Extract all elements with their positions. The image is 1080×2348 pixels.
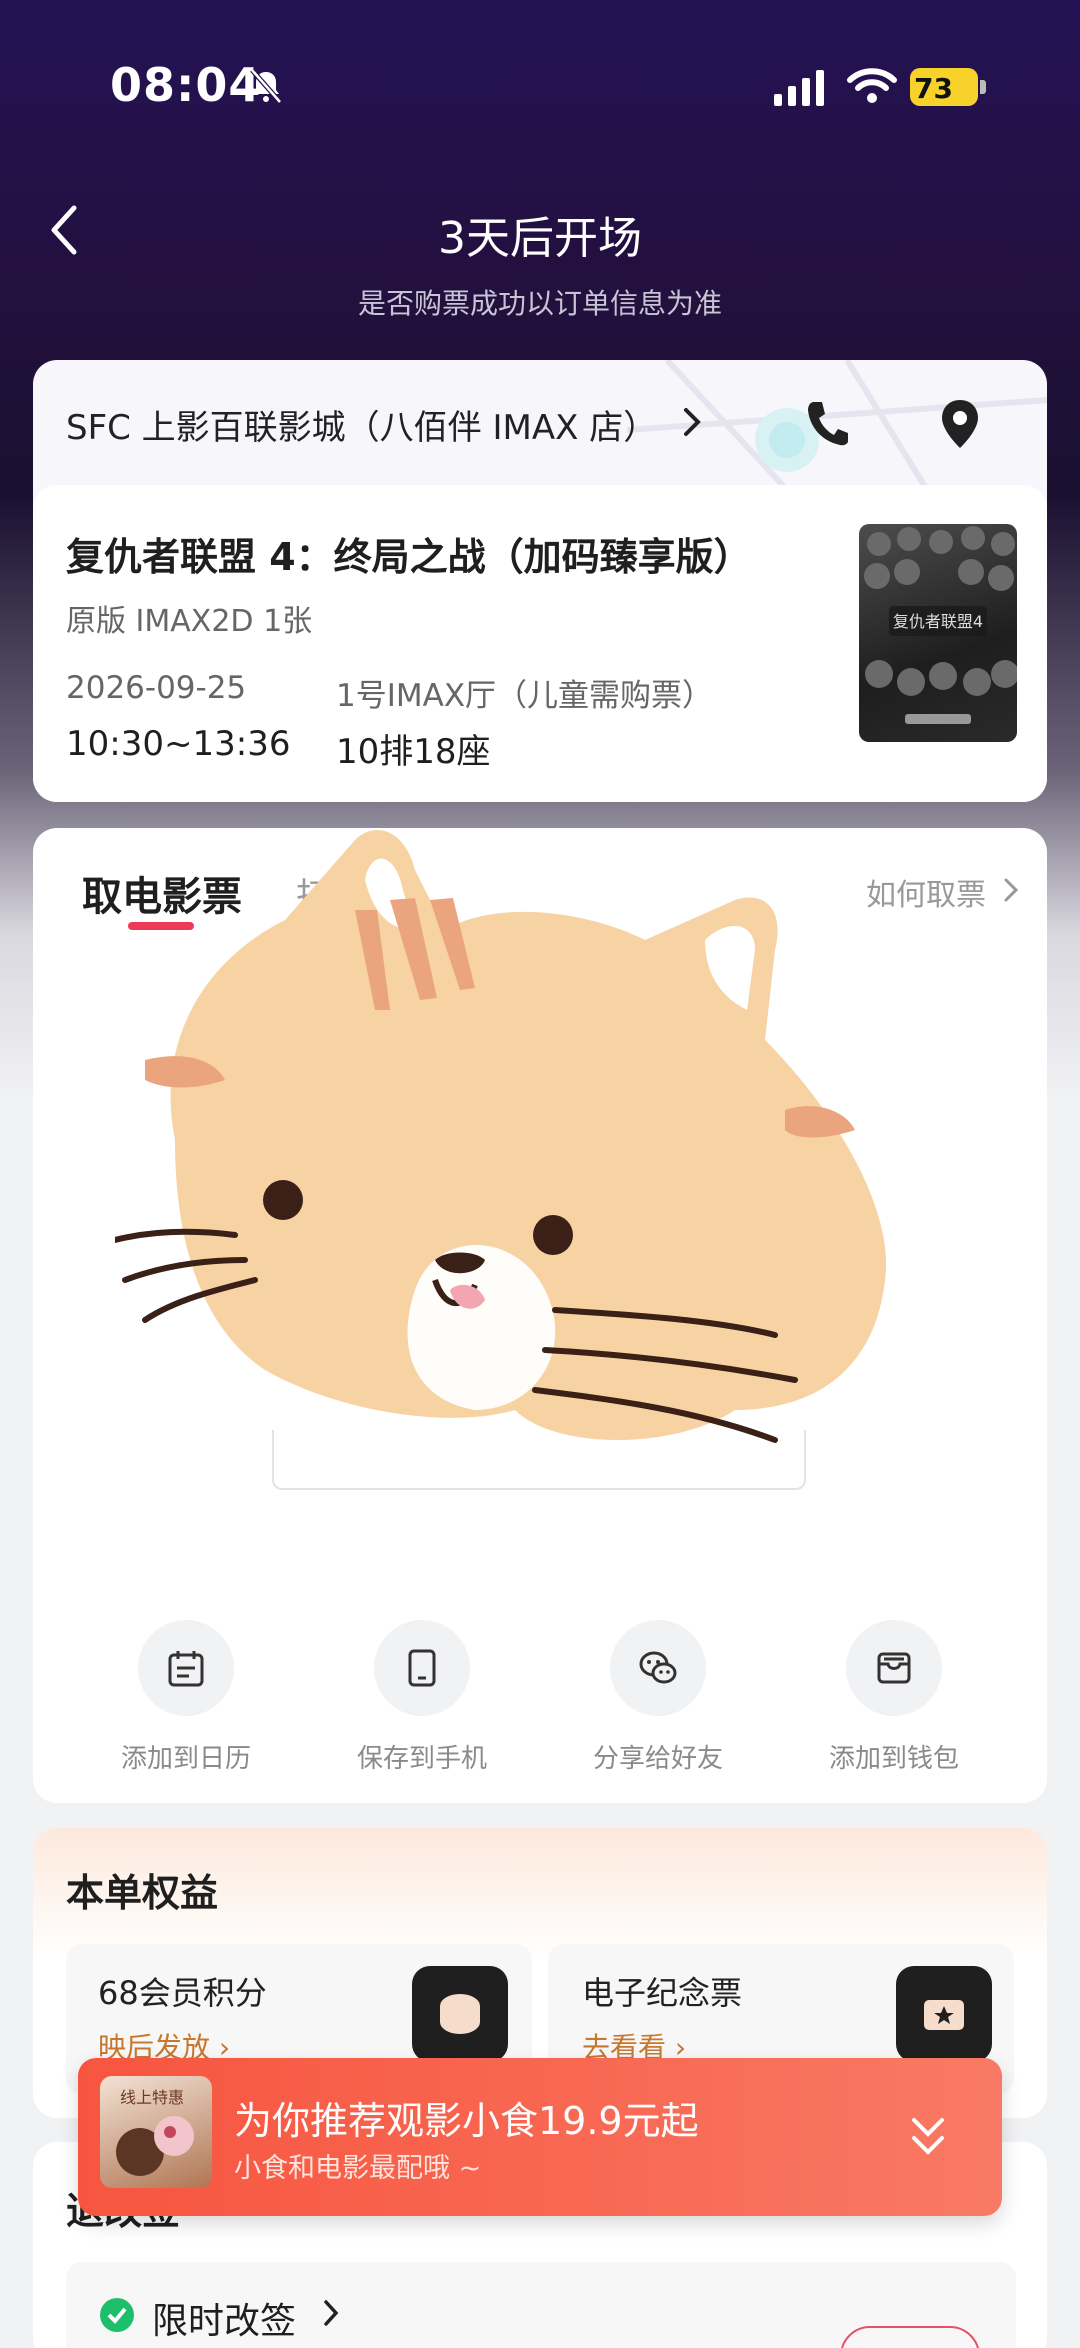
double-chevron-down-icon[interactable] xyxy=(906,2112,950,2162)
change-button[interactable] xyxy=(840,2326,980,2348)
add-to-wallet-button[interactable]: 添加到钱包 xyxy=(819,1620,969,1775)
cat-sticker-image xyxy=(115,830,887,1443)
benefit-title: 电子纪念票 xyxy=(582,1974,743,2012)
wifi-icon xyxy=(847,68,897,103)
points-icon xyxy=(412,1966,508,2062)
calendar-icon xyxy=(168,1651,204,1687)
promo-subtitle: 小食和电影最配哦 ~ xyxy=(234,2153,482,2184)
chevron-right-icon[interactable] xyxy=(322,2298,340,2328)
action-label: 添加到日历 xyxy=(120,1744,251,1774)
location-icon[interactable] xyxy=(938,398,982,450)
cinema-name[interactable]: SFC 上影百联影城（八佰伴 IMAX 店） xyxy=(66,400,657,449)
chevron-right-icon[interactable] xyxy=(680,404,706,440)
show-date: 2026-09-25 xyxy=(66,670,247,706)
limited-change-label: 限时改签 xyxy=(152,2301,297,2342)
phone-save-icon xyxy=(408,1649,436,1687)
check-circle-icon xyxy=(100,2298,134,2332)
battery-charging-icon: 73 xyxy=(910,68,986,108)
add-to-calendar-button[interactable]: 添加到日历 xyxy=(111,1620,261,1775)
share-to-friend-button[interactable]: 分享给好友 xyxy=(583,1620,733,1775)
show-hall: 1号IMAX厅（儿童需购票） xyxy=(336,678,714,714)
phone-icon[interactable] xyxy=(804,398,848,448)
seat-info: 10排18座 xyxy=(336,732,491,772)
movie-title: 复仇者联盟 4：终局之战（加码臻享版） xyxy=(66,535,752,579)
svg-text:复仇者联盟4: 复仇者联盟4 xyxy=(893,612,983,631)
page-title: 3天后开场 xyxy=(438,213,642,264)
battery-level: 73 xyxy=(914,72,953,105)
bell-slash-icon xyxy=(250,68,282,104)
page-subtitle: 是否购票成功以订单信息为准 xyxy=(357,287,722,320)
benefit-title: 68会员积分 xyxy=(98,1974,267,2012)
action-label: 分享给好友 xyxy=(592,1744,723,1774)
wechat-icon xyxy=(639,1651,677,1684)
wallet-icon xyxy=(877,1652,911,1684)
show-time: 10:30~13:36 xyxy=(66,724,291,764)
chevron-right-icon[interactable] xyxy=(1002,876,1020,904)
save-to-phone-button[interactable]: 保存到手机 xyxy=(347,1620,497,1775)
promo-title: 为你推荐观影小食19.9元起 xyxy=(234,2099,699,2143)
movie-poster: 复仇者联盟4 xyxy=(859,524,1017,742)
action-label: 添加到钱包 xyxy=(828,1744,959,1774)
ticket-star-icon xyxy=(896,1966,992,2062)
signal-icon xyxy=(774,70,824,106)
snack-thumbnail: 线上特惠 xyxy=(100,2076,212,2188)
action-label: 保存到手机 xyxy=(356,1744,487,1774)
status-time: 08:04 xyxy=(110,58,262,112)
movie-spec: 原版 IMAX2D 1张 xyxy=(66,604,313,639)
benefits-title: 本单权益 xyxy=(66,1871,219,1915)
